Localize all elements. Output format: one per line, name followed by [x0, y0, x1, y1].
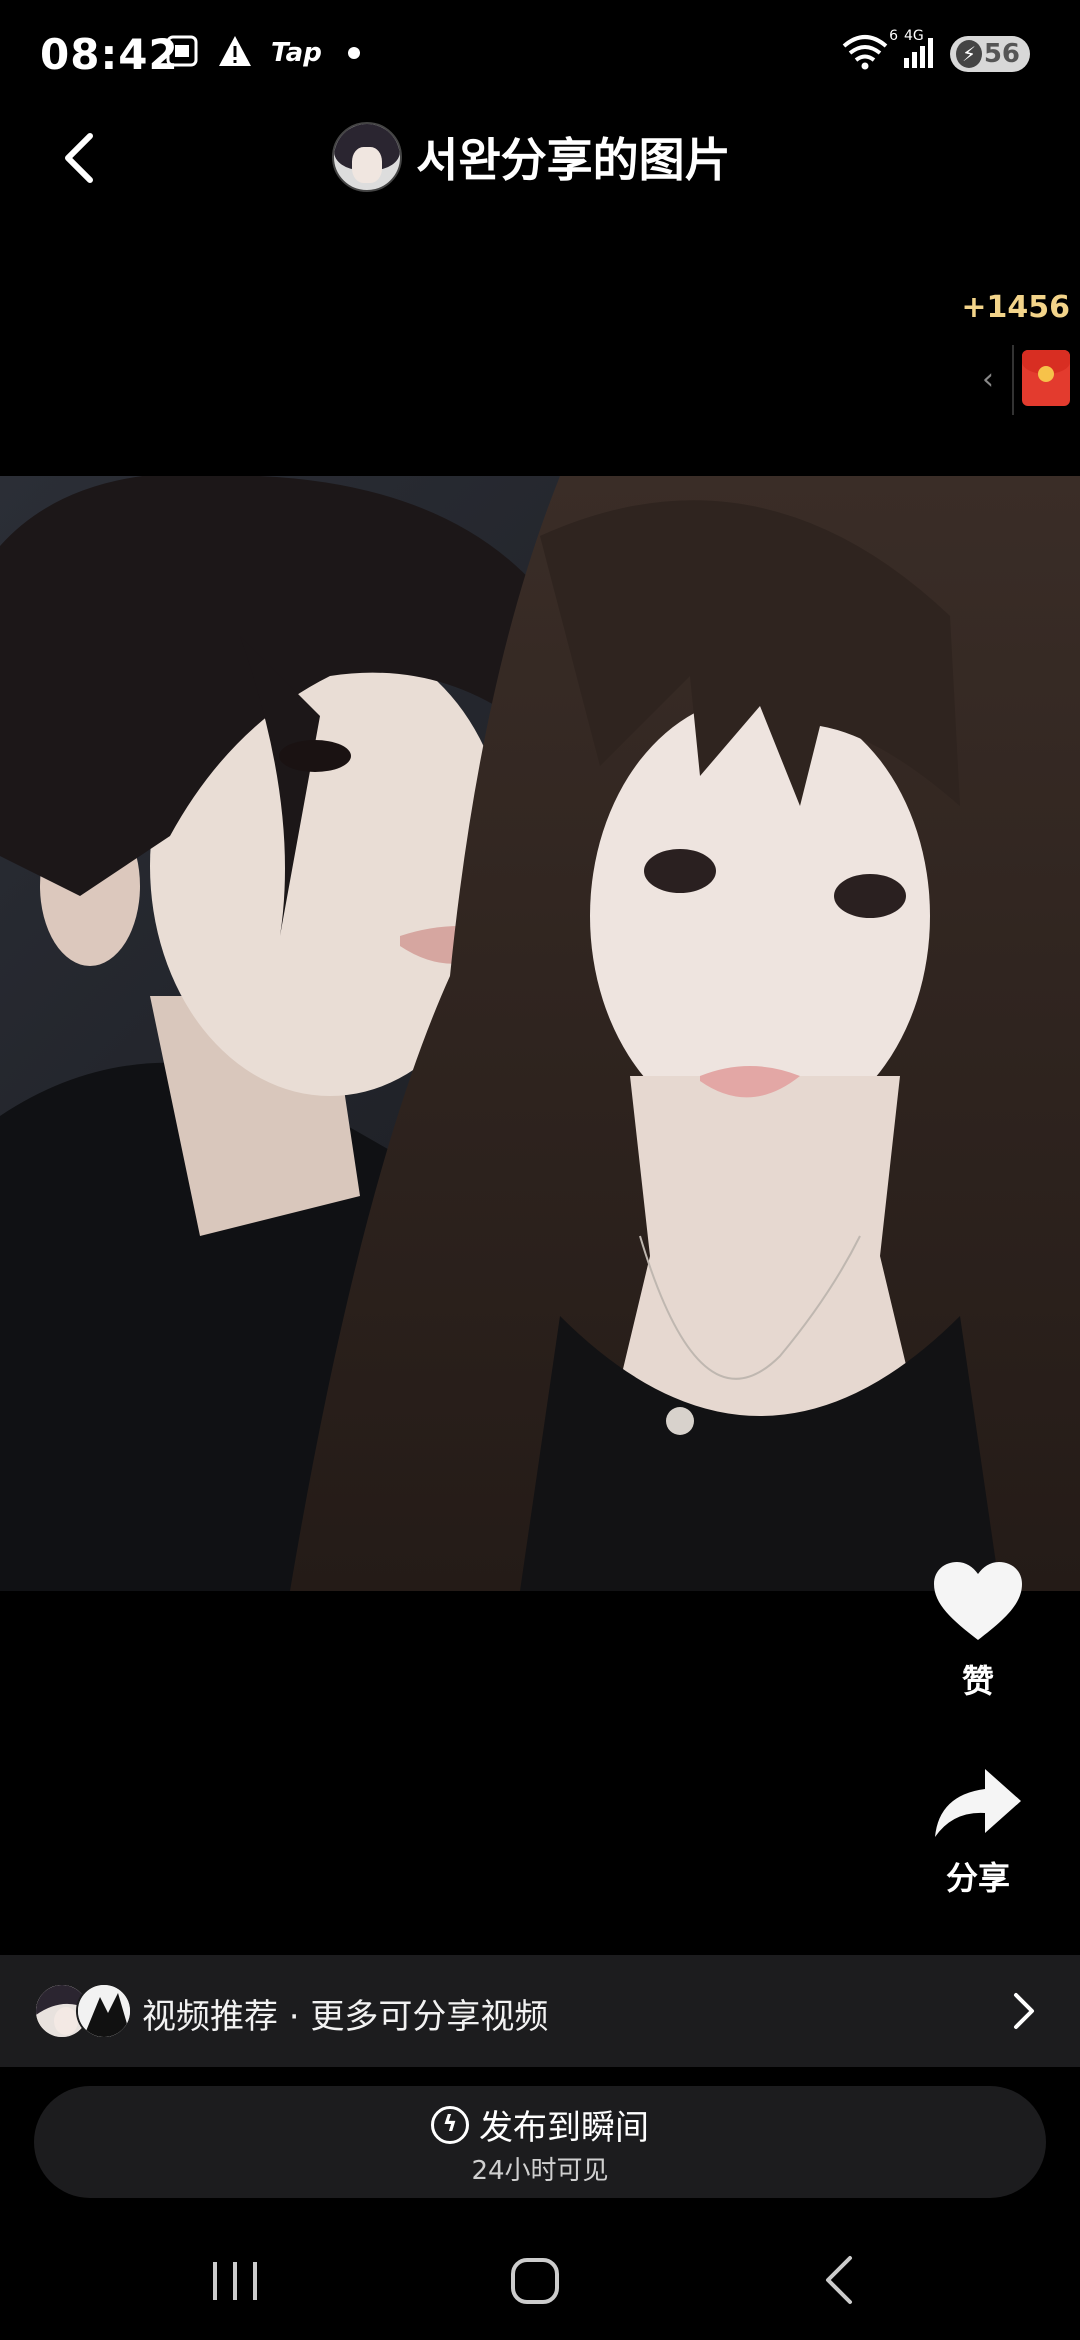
shared-photo[interactable]	[0, 476, 1080, 1591]
system-navigation-bar	[0, 2220, 1080, 2340]
chevron-left-icon	[65, 133, 93, 183]
recommendation-text: 视频推荐 · 更多可分享视频	[142, 1997, 549, 2037]
divider	[1012, 345, 1014, 415]
like-button[interactable]: 赞	[928, 1560, 1028, 1702]
publish-sublabel: 24小时可见	[471, 2156, 609, 2186]
share-label: 分享	[945, 1859, 1010, 1897]
video-recommendation-bar[interactable]: 视频推荐 · 更多可分享视频	[0, 1955, 1080, 2067]
status-time: 08:42	[40, 30, 179, 79]
avatar[interactable]	[332, 122, 402, 192]
status-bar: 08:42 Tap 6 4G ⚡ 56	[0, 0, 1080, 110]
tap-label: Tap	[271, 38, 322, 68]
status-left-icons: Tap	[165, 34, 360, 72]
publish-to-moments-button[interactable]: ϟ 发布到瞬间 24小时可见	[34, 2086, 1046, 2198]
battery-icon: ⚡ 56	[950, 36, 1030, 72]
back-arrow-icon	[826, 2256, 852, 2304]
charging-icon: ⚡	[956, 40, 982, 68]
wifi-icon: 6	[840, 28, 898, 74]
back-button[interactable]	[52, 128, 112, 188]
battery-level: 56	[983, 39, 1020, 69]
network-label: 4G	[904, 28, 924, 44]
publish-label: 发布到瞬间	[479, 2108, 649, 2148]
reward-count[interactable]: +1456	[961, 290, 1070, 325]
chevron-right-icon	[1014, 1993, 1034, 2029]
home-icon	[511, 2258, 559, 2304]
header-title-group: 서완分享的图片	[332, 122, 731, 192]
wifi-label: 6	[889, 28, 898, 44]
share-arrow-icon	[935, 1769, 1021, 1837]
header: 서완分享的图片	[0, 110, 1080, 210]
notification-dot-icon	[347, 47, 360, 59]
recent-apps-button[interactable]	[195, 2250, 275, 2310]
heart-icon	[934, 1562, 1022, 1640]
recents-icon	[213, 2262, 257, 2300]
like-label: 赞	[961, 1662, 994, 1700]
home-button[interactable]	[495, 2250, 575, 2310]
status-right-icons: 6 4G ⚡ 56	[840, 28, 1030, 74]
recommendation-avatars	[34, 1983, 134, 2041]
system-back-button[interactable]	[800, 2250, 880, 2310]
warning-icon	[217, 34, 253, 72]
screenshot-icon	[165, 34, 199, 72]
page-title: 서완分享的图片	[416, 133, 731, 187]
red-packet-icon[interactable]	[1022, 350, 1070, 406]
avatar	[76, 1983, 132, 2039]
chevron-left-small-icon[interactable]: ‹	[982, 362, 994, 397]
signal-icon: 4G	[902, 28, 938, 74]
share-button[interactable]: 分享	[928, 1765, 1028, 1899]
publish-main-row: ϟ 发布到瞬间	[34, 2100, 1046, 2149]
flash-icon: ϟ	[431, 2105, 469, 2144]
